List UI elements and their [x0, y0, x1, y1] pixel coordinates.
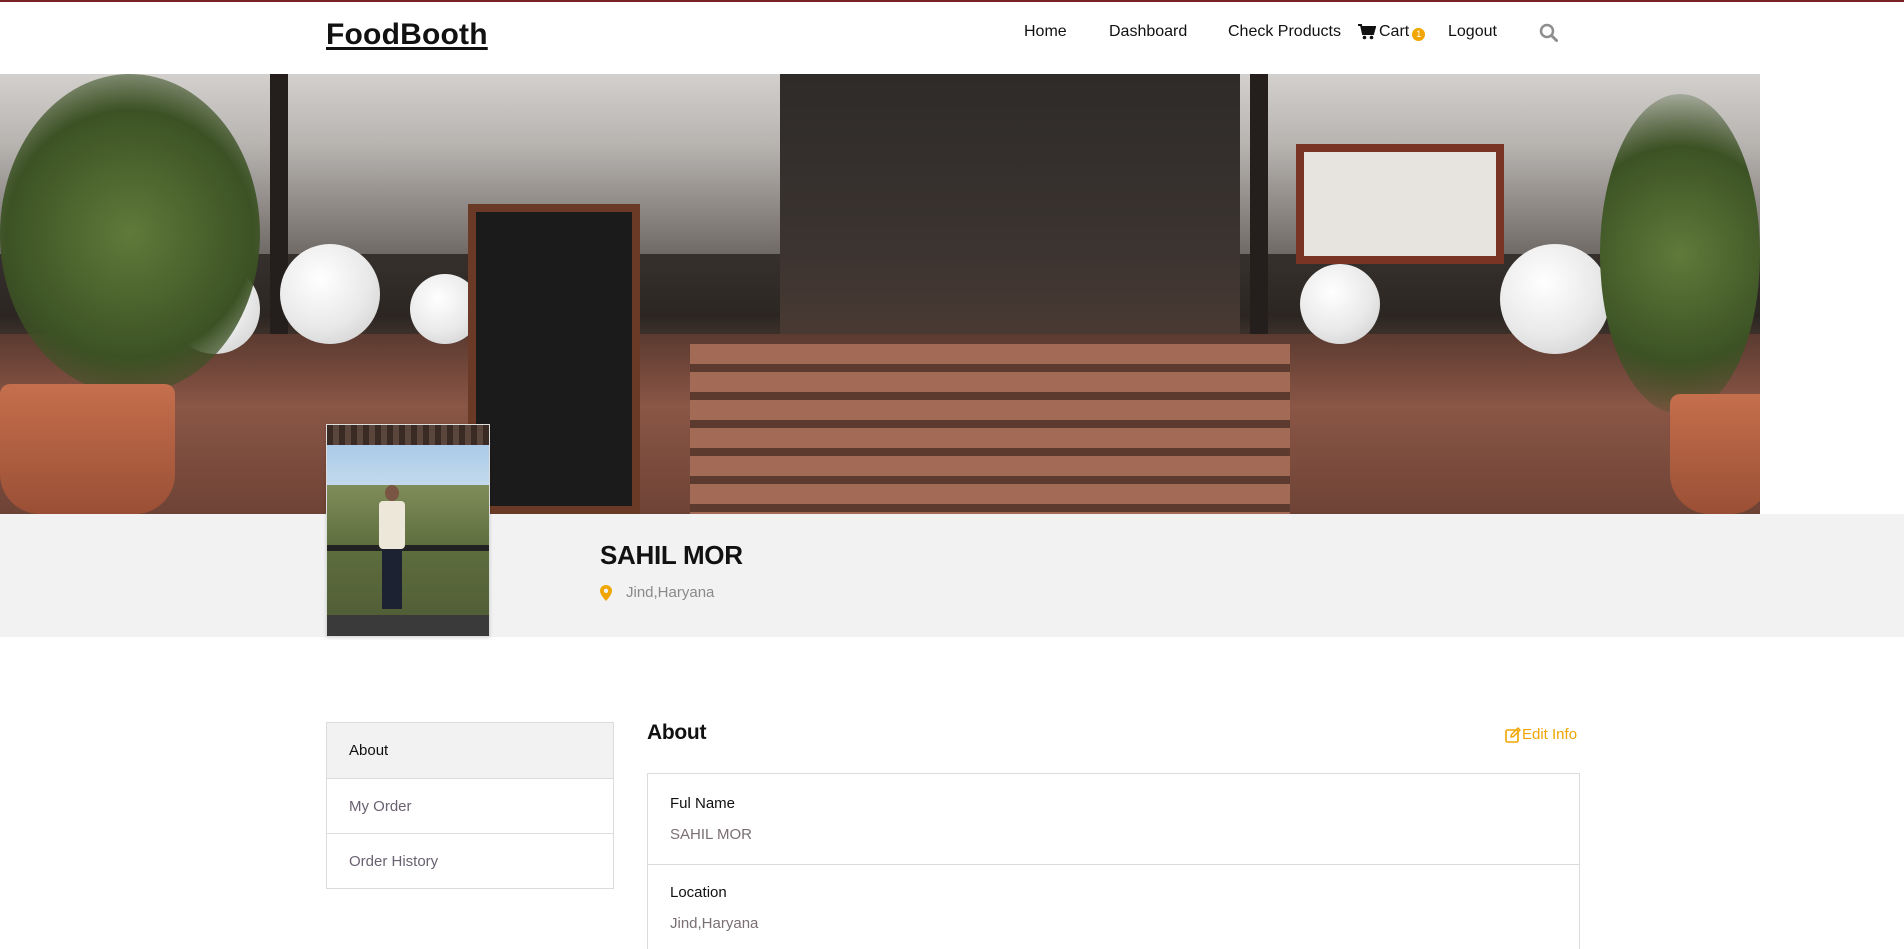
- field-value: Jind,Haryana: [670, 915, 759, 932]
- field-value: SAHIL MOR: [670, 826, 752, 843]
- field-label: Location: [670, 884, 727, 901]
- cart-count-badge: 1: [1412, 28, 1426, 41]
- about-field-location: Location Jind,Haryana: [670, 884, 758, 932]
- field-divider: [648, 864, 1579, 865]
- edit-info-label: Edit Info: [1522, 726, 1578, 743]
- field-label: Ful Name: [670, 795, 736, 812]
- about-info-card: Ful Name SAHIL MOR Location Jind,Haryana: [647, 773, 1580, 949]
- profile-side-menu: About My Order Order History: [326, 722, 614, 889]
- edit-info-button[interactable]: Edit Info: [1505, 726, 1577, 743]
- profile-name: SAHIL MOR: [600, 540, 743, 570]
- banner-globe-lamp: [1500, 244, 1610, 354]
- banner-pillar: [1250, 74, 1268, 374]
- side-menu-order-history[interactable]: Order History: [327, 833, 613, 888]
- profile-avatar: [326, 424, 490, 637]
- banner-menu-stand: [1296, 144, 1504, 264]
- side-menu-my-order[interactable]: My Order: [327, 778, 613, 833]
- banner-stairs: [690, 344, 1290, 514]
- banner-doorway: [780, 74, 1240, 344]
- about-section-title: About: [647, 721, 707, 744]
- profile-location: Jind,Haryana: [600, 584, 714, 601]
- banner-palm-plant: [1600, 94, 1760, 414]
- nav-check-products[interactable]: Check Products: [1228, 23, 1341, 41]
- banner-globe-lamp: [1300, 264, 1380, 344]
- cart-label: Cart: [1379, 23, 1410, 40]
- profile-location-text: Jind,Haryana: [626, 584, 715, 601]
- navbar: FoodBooth Home Dashboard Check Products …: [0, 2, 1904, 74]
- side-menu-about[interactable]: About: [327, 723, 613, 778]
- profile-header-band: [0, 514, 1904, 637]
- edit-icon: [1505, 726, 1521, 743]
- map-pin-icon: [600, 584, 612, 601]
- search-icon[interactable]: [1539, 23, 1558, 42]
- banner-palm-plant: [0, 74, 260, 394]
- cart-icon: [1358, 24, 1376, 40]
- banner-globe-lamp: [280, 244, 380, 344]
- banner-plant-pot: [0, 384, 175, 514]
- banner-plant-pot: [1670, 394, 1760, 514]
- nav-dashboard[interactable]: Dashboard: [1109, 23, 1187, 41]
- banner-chalkboard-sign: [468, 204, 640, 514]
- cover-banner-image: [0, 74, 1760, 514]
- nav-logout[interactable]: Logout: [1448, 23, 1497, 41]
- banner-pillar: [270, 74, 288, 374]
- nav-cart[interactable]: Cart 1: [1358, 23, 1426, 41]
- about-field-fullname: Ful Name SAHIL MOR: [670, 795, 752, 843]
- nav-home[interactable]: Home: [1024, 23, 1067, 41]
- brand-logo[interactable]: FoodBooth: [326, 18, 488, 52]
